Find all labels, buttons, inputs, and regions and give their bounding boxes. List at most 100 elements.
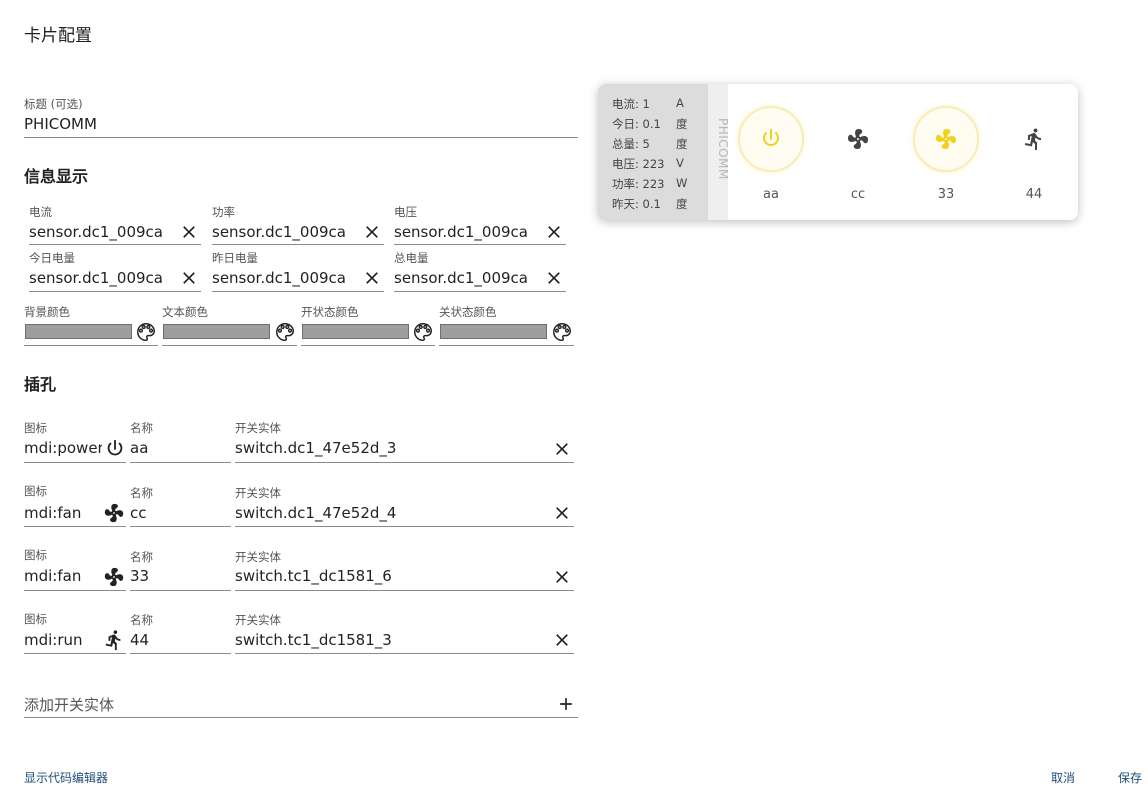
socket-name: aa [763,187,779,202]
field-underline [24,462,126,463]
clear-icon[interactable] [552,630,572,650]
info-unit: W [676,176,688,190]
field-underline [130,590,231,591]
palette-icon[interactable] [274,321,296,343]
fan-icon [103,566,125,588]
voltage-entity-input[interactable]: sensor.dc1_009ca [394,223,527,241]
field-underline [235,526,574,527]
field-label: 功率 [212,205,235,219]
name-input[interactable]: 33 [130,567,228,585]
switch-entity-input[interactable]: switch.tc1_dc1581_3 [235,631,535,649]
palette-icon[interactable] [412,321,434,343]
field-underline [24,653,126,654]
field-label: 电流 [29,205,52,219]
power-icon [104,438,126,460]
power-entity-input[interactable]: sensor.dc1_009ca [212,223,345,241]
power-icon [759,127,783,151]
color-swatch[interactable] [163,324,270,339]
switch-entity-input[interactable]: switch.tc1_dc1581_6 [235,567,535,585]
socket-button-33[interactable] [913,106,979,172]
field-label: 总电量 [394,251,429,265]
icon-input[interactable]: mdi:fan [24,567,102,585]
field-label: 开状态颜色 [301,305,359,319]
clear-icon[interactable] [552,567,572,587]
clear-icon[interactable] [552,503,572,523]
card-info-panel: 电流: 1 A 今日: 0.1 度 总量: 5 度 电压: 223 V 功率: 223 W… [598,84,708,220]
socket-name: 33 [937,187,955,202]
name-input[interactable]: cc [130,504,228,522]
name-field-label: 名称 [130,486,153,500]
icon-field-label: 图标 [24,421,47,435]
clear-icon[interactable] [362,268,382,288]
socket-button-cc[interactable] [825,106,891,172]
socket-name: cc [850,187,866,202]
yesterday-energy-input[interactable]: sensor.dc1_009ca [212,269,345,287]
info-section-heading: 信息显示 [24,167,89,186]
info-label: 总量: 5 [612,137,650,151]
icon-input[interactable]: mdi:run [24,631,102,649]
entity-field-label: 开关实体 [235,421,281,435]
icon-field-label: 图标 [24,484,47,498]
field-underline [130,526,231,527]
icon-field-label: 图标 [24,548,47,562]
clear-icon[interactable] [552,439,572,459]
field-label: 文本颜色 [162,305,208,319]
current-entity-input[interactable]: sensor.dc1_009ca [29,223,162,241]
field-label: 今日电量 [29,251,75,265]
field-underline [130,462,231,463]
field-underline [162,345,297,346]
palette-icon[interactable] [135,321,157,343]
field-underline [212,291,384,292]
field-underline [394,291,566,292]
socket-name: 44 [1025,187,1043,202]
title-input[interactable]: PHICOMM [24,115,574,133]
info-unit: V [676,156,684,170]
color-swatch[interactable] [440,324,547,339]
run-icon [1022,127,1046,151]
total-energy-input[interactable]: sensor.dc1_009ca [394,269,527,287]
clear-icon[interactable] [179,268,199,288]
field-underline [29,291,201,292]
switch-entity-input[interactable]: switch.dc1_47e52d_4 [235,504,535,522]
clear-icon[interactable] [544,268,564,288]
name-field-label: 名称 [130,613,153,627]
show-code-editor-button[interactable]: 显示代码编辑器 [24,769,108,786]
field-underline [24,590,126,591]
add-switch-entity-input[interactable]: 添加开关实体 [24,694,324,715]
socket-button-aa[interactable] [738,106,804,172]
info-unit: 度 [676,197,688,211]
name-field-label: 名称 [130,550,153,564]
today-energy-input[interactable]: sensor.dc1_009ca [29,269,162,287]
info-label: 昨天: 0.1 [612,197,661,211]
field-underline [394,244,566,245]
fan-icon [934,127,958,151]
icon-input[interactable]: mdi:fan [24,504,102,522]
socket-button-44[interactable] [1001,106,1067,172]
field-underline [24,345,158,346]
fan-icon [103,502,125,524]
clear-icon[interactable] [362,222,382,242]
clear-icon[interactable] [544,222,564,242]
field-label: 电压 [394,205,417,219]
field-underline [235,462,574,463]
color-swatch[interactable] [25,324,132,339]
icon-input[interactable]: mdi:power [24,439,102,457]
info-unit: 度 [676,137,688,151]
field-underline [301,345,435,346]
save-button[interactable]: 保存 [1118,769,1142,786]
clear-icon[interactable] [179,222,199,242]
field-underline [130,653,231,654]
info-label: 电流: 1 [612,97,650,111]
card-title: PHICOMM [716,118,730,180]
dialog-title: 卡片配置 [24,26,92,46]
color-swatch[interactable] [302,324,409,339]
preview-card: 电流: 1 A 今日: 0.1 度 总量: 5 度 电压: 223 V 功率: 223 W… [598,84,1078,220]
palette-icon[interactable] [551,321,573,343]
info-label: 电压: 223 [612,157,665,171]
switch-entity-input[interactable]: switch.dc1_47e52d_3 [235,439,535,457]
cancel-button[interactable]: 取消 [1051,769,1075,786]
field-underline [29,244,201,245]
name-input[interactable]: 44 [130,631,228,649]
plus-icon[interactable] [556,694,576,714]
name-input[interactable]: aa [130,439,228,457]
